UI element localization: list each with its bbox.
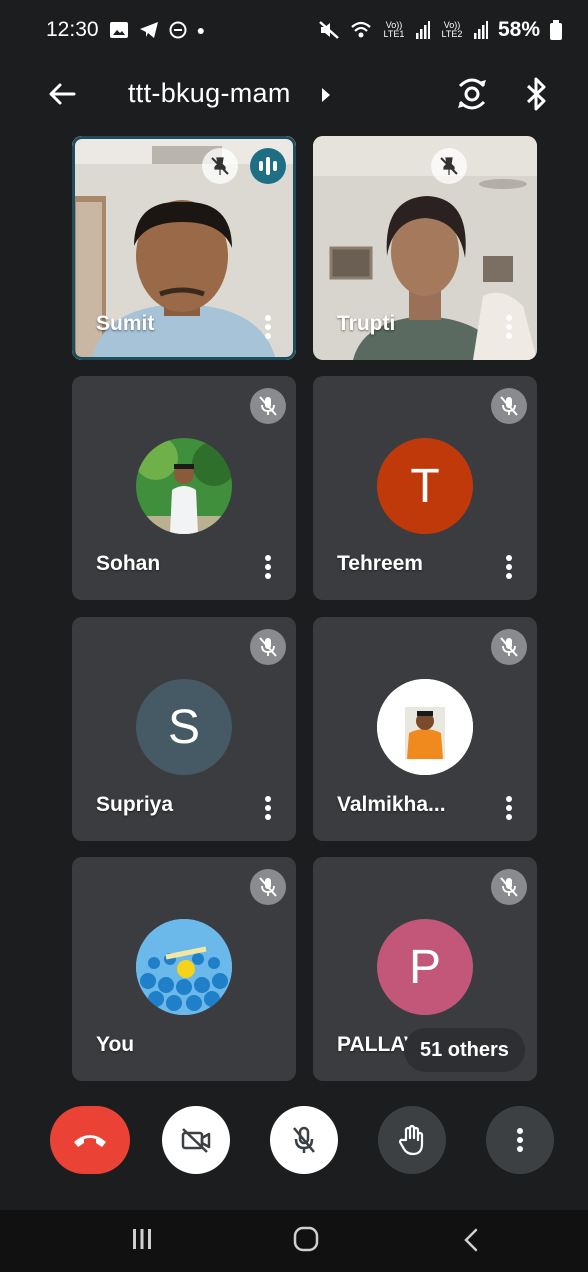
muted-badge — [250, 629, 286, 665]
avatar — [136, 919, 232, 1015]
participant-name: Sohan — [96, 552, 161, 575]
avatar-initial: P — [408, 940, 441, 994]
more-options-icon[interactable] — [505, 554, 513, 580]
end-call-button[interactable] — [50, 1106, 130, 1174]
meet-call-screen: 12:30 ● Vo)) LTE1 Vo)) LTE2 58% ttt-bkug… — [0, 0, 588, 1272]
participant-name: Supriya — [96, 793, 174, 816]
sim1-label: Vo)) LTE1 — [383, 20, 405, 39]
battery-icon — [550, 20, 562, 40]
mic-off-icon — [259, 637, 277, 657]
participant-name: You — [96, 1033, 135, 1056]
pin-badge[interactable] — [431, 148, 467, 184]
more-options-icon[interactable] — [505, 795, 513, 821]
status-bar: 12:30 ● Vo)) LTE1 Vo)) LTE2 58% — [0, 0, 588, 60]
mic-off-icon — [500, 637, 518, 657]
participant-tile-supriya[interactable]: S Supriya — [72, 617, 296, 841]
telegram-notification-icon — [139, 22, 158, 38]
more-options-icon[interactable] — [264, 314, 272, 340]
audio-bar-icon — [259, 161, 263, 171]
signal2-icon — [473, 21, 488, 39]
speaking-indicator — [250, 148, 286, 184]
mic-off-icon — [500, 877, 518, 897]
avatar — [377, 679, 473, 775]
avatar: T — [377, 438, 473, 534]
more-options-icon[interactable] — [264, 554, 272, 580]
participant-tile-sohan[interactable]: Sohan — [72, 376, 296, 600]
participant-tile-you[interactable]: You — [72, 857, 296, 1081]
raise-hand-icon — [398, 1124, 424, 1156]
participant-tile-sumit[interactable]: Sumit — [72, 136, 296, 360]
participant-tile-valmikha[interactable]: Valmikha... — [313, 617, 537, 841]
audio-bar-icon — [266, 157, 270, 175]
participant-name: Tehreem — [337, 552, 423, 575]
mic-off-icon — [500, 396, 518, 416]
meeting-code-title[interactable]: ttt-bkug-mam — [128, 78, 291, 109]
meeting-top-bar: ttt-bkug-mam — [0, 62, 588, 126]
avatar: S — [136, 679, 232, 775]
more-vertical-icon — [517, 1128, 523, 1152]
mic-toggle-button[interactable] — [270, 1106, 338, 1174]
recents-nav-icon[interactable] — [132, 1228, 152, 1250]
system-nav-bar — [0, 1210, 588, 1272]
battery-percent: 58% — [497, 18, 540, 41]
back-nav-icon[interactable] — [462, 1228, 480, 1252]
avatar — [136, 438, 232, 534]
sim2-label: Vo)) LTE2 — [441, 20, 463, 39]
mute-speaker-icon — [319, 21, 339, 39]
more-options-icon[interactable] — [264, 795, 272, 821]
pin-off-icon — [440, 157, 458, 175]
mic-off-icon — [259, 877, 277, 897]
participant-tile-trupti[interactable]: Trupti — [313, 136, 537, 360]
muted-badge — [491, 869, 527, 905]
camera-toggle-button[interactable] — [162, 1106, 230, 1174]
mic-off-icon — [293, 1126, 315, 1153]
caret-right-icon[interactable] — [318, 84, 334, 106]
call-controls — [0, 1106, 588, 1186]
avatar-photo-valmikha — [377, 679, 473, 775]
more-options-button[interactable] — [486, 1106, 554, 1174]
wifi-icon — [351, 21, 371, 38]
raise-hand-button[interactable] — [378, 1106, 446, 1174]
signal1-icon — [415, 21, 430, 39]
avatar-photo-sohan — [136, 438, 232, 534]
avatar-initial: S — [167, 700, 200, 754]
participant-name: Sumit — [96, 312, 155, 335]
gallery-notification-icon — [109, 22, 128, 38]
avatar-initial: T — [410, 459, 440, 513]
participant-name: Valmikha... — [337, 793, 446, 816]
phone-hangup-icon — [74, 1135, 106, 1147]
participant-name: Trupti — [337, 312, 396, 335]
muted-badge — [250, 869, 286, 905]
audio-bar-icon — [273, 161, 277, 171]
avatar-photo-you — [136, 919, 232, 1015]
dot-icon: ● — [196, 22, 206, 38]
muted-badge — [250, 388, 286, 424]
status-time: 12:30 — [46, 18, 99, 41]
participant-tile-tehreem[interactable]: T Tehreem — [313, 376, 537, 600]
dnd-icon — [169, 21, 187, 39]
muted-badge — [491, 629, 527, 665]
video-off-icon — [181, 1128, 211, 1153]
back-arrow-icon[interactable] — [44, 76, 80, 112]
home-nav-icon[interactable] — [293, 1226, 319, 1252]
more-options-icon[interactable] — [505, 314, 513, 340]
bluetooth-icon[interactable] — [522, 74, 552, 114]
avatar: P — [377, 919, 473, 1015]
mic-off-icon — [259, 396, 277, 416]
others-count-chip[interactable]: 51 others — [404, 1028, 525, 1072]
pin-off-icon — [211, 157, 229, 175]
camera-switch-icon[interactable] — [452, 76, 492, 112]
pin-badge[interactable] — [202, 148, 238, 184]
muted-badge — [491, 388, 527, 424]
